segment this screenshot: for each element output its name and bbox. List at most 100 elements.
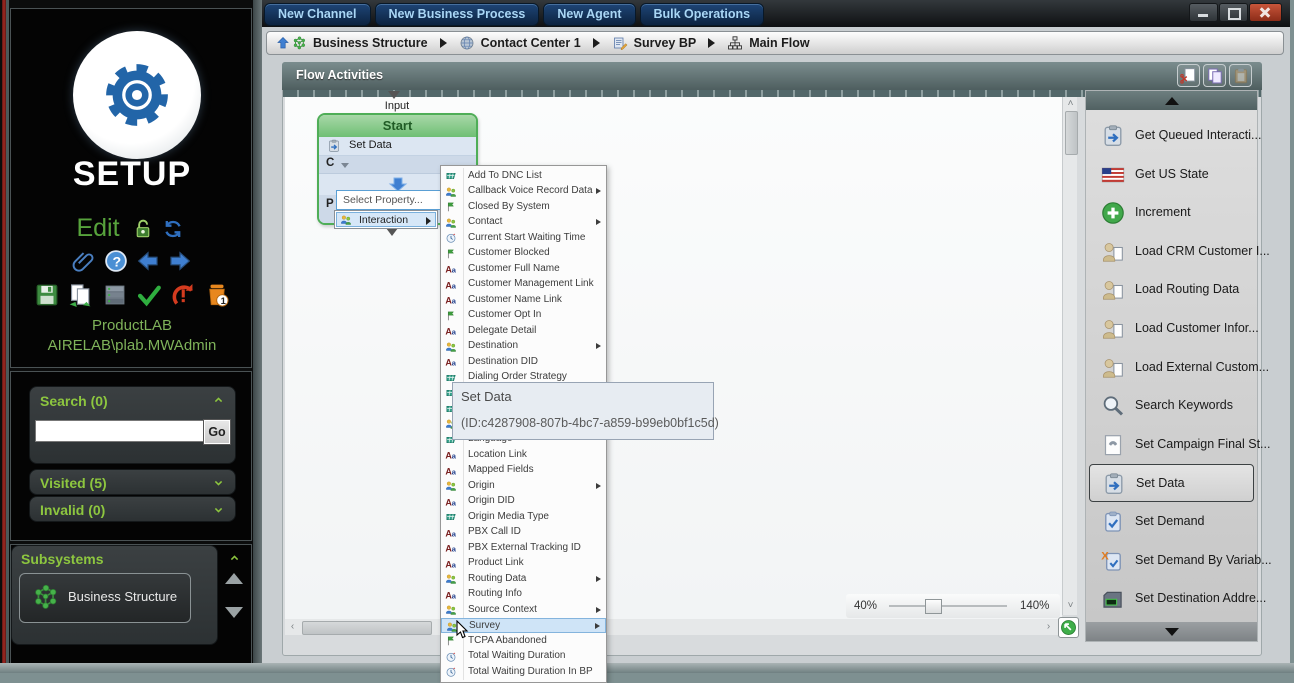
dropdown-arrow-icon[interactable]: [341, 163, 349, 168]
save-icon[interactable]: [34, 282, 60, 308]
scroll-down-arrow[interactable]: ˅: [1063, 600, 1078, 611]
menu-item-origin-media-type[interactable]: Origin Media Type: [441, 509, 606, 525]
breadcrumb-item[interactable]: Survey BP: [634, 36, 697, 50]
menu-item-total-waiting-duration[interactable]: Total Waiting Duration: [441, 649, 606, 665]
chevron-down-icon[interactable]: [212, 478, 225, 488]
subsystems-scroll-down[interactable]: [225, 607, 243, 618]
toolbox-item-load-routing-data[interactable]: Load Routing Data: [1089, 271, 1254, 309]
scroll-up-arrow[interactable]: ˄: [1063, 98, 1078, 109]
close-button[interactable]: [1249, 3, 1282, 22]
menu-item-add-to-dnc-list[interactable]: Add To DNC List: [441, 168, 606, 184]
scroll-left-arrow[interactable]: ‹: [285, 621, 300, 632]
zoom-slider-handle[interactable]: [925, 599, 942, 614]
toolbox-item-load-customer-infor-[interactable]: Load Customer Infor...: [1089, 310, 1254, 348]
properties-label: P: [326, 198, 334, 210]
scroll-right-arrow[interactable]: ›: [1041, 621, 1056, 632]
refresh-warn-icon[interactable]: [170, 282, 196, 308]
check-icon[interactable]: [136, 282, 162, 308]
menu-item-customer-blocked[interactable]: Customer Blocked: [441, 246, 606, 262]
toolbox-item-search-keywords[interactable]: Search Keywords: [1089, 387, 1254, 425]
toolbox-scroll-up[interactable]: [1086, 91, 1257, 110]
paperclip-icon[interactable]: [72, 249, 96, 273]
toolbox-scroll-down[interactable]: [1086, 622, 1257, 641]
toolbox-item-get-queued-interacti-[interactable]: Get Queued Interacti...: [1089, 117, 1254, 155]
menu-item-destination-did[interactable]: AaDestination DID: [441, 354, 606, 370]
help-icon[interactable]: ?: [104, 249, 128, 273]
toolbox-item-set-demand-by-variab-[interactable]: XSet Demand By Variab...: [1089, 542, 1254, 580]
menu-item-contact[interactable]: Contact: [441, 215, 606, 231]
chevron-down-icon[interactable]: [212, 505, 225, 515]
people-icon: [445, 217, 457, 229]
vertical-scroll-thumb[interactable]: [1065, 111, 1078, 155]
copy-button[interactable]: [1203, 64, 1226, 87]
breadcrumb-item[interactable]: Business Structure: [313, 36, 428, 50]
vertical-scrollbar[interactable]: ˄ ˅: [1062, 97, 1077, 615]
cut-button[interactable]: [1177, 64, 1200, 87]
toolbar-button-new-agent[interactable]: New Agent: [543, 3, 635, 26]
menu-item-product-link[interactable]: AaProduct Link: [441, 556, 606, 572]
menu-item-routing-info[interactable]: AaRouting Info: [441, 587, 606, 603]
menu-item-origin-did[interactable]: AaOrigin DID: [441, 494, 606, 510]
horizontal-scroll-thumb[interactable]: [302, 621, 432, 635]
horizontal-scrollbar[interactable]: ‹ ›: [285, 619, 1058, 635]
subsystems-scroll-up[interactable]: [225, 573, 243, 584]
menu-item-pbx-external-tracking-id[interactable]: AaPBX External Tracking ID: [441, 540, 606, 556]
start-node-title[interactable]: Start: [319, 115, 476, 137]
toolbox-item-set-data[interactable]: Set Data: [1089, 464, 1254, 502]
breadcrumb-item[interactable]: Contact Center 1: [481, 36, 581, 50]
menu-item-destination[interactable]: Destination: [441, 339, 606, 355]
menu-item-current-start-waiting-time[interactable]: Current Start Waiting Time: [441, 230, 606, 246]
maximize-button[interactable]: [1219, 3, 1248, 22]
search-input[interactable]: [35, 420, 207, 442]
svg-text:a: a: [452, 544, 457, 553]
visited-accordion[interactable]: Visited (5): [29, 469, 236, 495]
sync-icon[interactable]: [162, 218, 184, 240]
toolbox-item-get-us-state[interactable]: Get US State: [1089, 156, 1254, 194]
toolbar-button-new-business-process[interactable]: New Business Process: [375, 3, 540, 26]
up-arrow-icon[interactable]: [275, 35, 291, 51]
minimize-button[interactable]: [1189, 3, 1218, 22]
node-activity-set-data[interactable]: Set Data: [319, 137, 476, 156]
toolbox-item-set-campaign-final-st-[interactable]: Set Campaign Final St...: [1089, 426, 1254, 464]
copy-pages-icon[interactable]: [68, 282, 94, 308]
toolbar-button-bulk-operations[interactable]: Bulk Operations: [640, 3, 765, 26]
menu-item-customer-opt-in[interactable]: Customer Opt In: [441, 308, 606, 324]
globe-icon: [459, 35, 475, 51]
subsystem-item-business-structure[interactable]: Business Structure: [19, 573, 191, 623]
trash-icon[interactable]: 1: [204, 282, 230, 308]
fit-view-button[interactable]: [1058, 617, 1079, 638]
forward-icon[interactable]: [168, 249, 192, 273]
lock-open-icon[interactable]: [132, 218, 154, 240]
menu-item-mapped-fields[interactable]: AaMapped Fields: [441, 463, 606, 479]
zoom-slider-track[interactable]: [889, 605, 1007, 607]
toolbox-item-increment[interactable]: Increment: [1089, 194, 1254, 232]
menu-item-customer-name-link[interactable]: AaCustomer Name Link: [441, 292, 606, 308]
menu-item-source-context[interactable]: Source Context: [441, 602, 606, 618]
invalid-accordion[interactable]: Invalid (0): [29, 496, 236, 522]
chevron-up-icon[interactable]: [228, 553, 241, 563]
menu-item-customer-full-name[interactable]: AaCustomer Full Name: [441, 261, 606, 277]
breadcrumb-item[interactable]: Main Flow: [749, 36, 809, 50]
menu-item-location-link[interactable]: AaLocation Link: [441, 447, 606, 463]
server-icon[interactable]: [102, 282, 128, 308]
menu-item-total-waiting-duration-in-bp[interactable]: Total Waiting Duration In BP: [441, 664, 606, 680]
menu-item-pbx-call-id[interactable]: AaPBX Call ID: [441, 525, 606, 541]
menu-item-routing-data[interactable]: Routing Data: [441, 571, 606, 587]
menu-item-origin[interactable]: Origin: [441, 478, 606, 494]
menu-item-customer-management-link[interactable]: AaCustomer Management Link: [441, 277, 606, 293]
toolbar-button-new-channel[interactable]: New Channel: [264, 3, 371, 26]
edit-mode-label[interactable]: Edit: [76, 214, 119, 242]
back-icon[interactable]: [136, 249, 160, 273]
chevron-up-icon[interactable]: [212, 395, 225, 405]
toolbox-item-set-demand[interactable]: Set Demand: [1089, 503, 1254, 541]
toolbox-item-set-destination-addre-[interactable]: Set Destination Addre...: [1089, 580, 1254, 618]
menu-item-delegate-detail[interactable]: AaDelegate Detail: [441, 323, 606, 339]
menu-item-callback-voice-record-data[interactable]: Callback Voice Record Data: [441, 184, 606, 200]
people-icon: [445, 480, 457, 492]
gear-icon: [99, 57, 175, 133]
menu-item-closed-by-system[interactable]: Closed By System: [441, 199, 606, 215]
interaction-menu-item[interactable]: Interaction: [336, 212, 436, 227]
go-button[interactable]: Go: [204, 420, 230, 444]
toolbox-item-load-external-custom-[interactable]: Load External Custom...: [1089, 349, 1254, 387]
toolbox-item-load-crm-customer-i-[interactable]: Load CRM Customer I...: [1089, 233, 1254, 271]
